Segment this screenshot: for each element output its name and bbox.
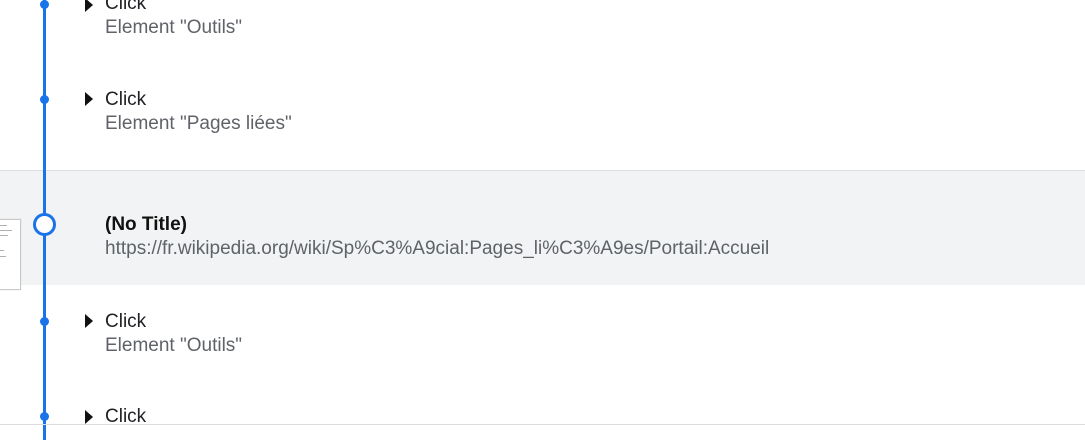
action-label[interactable]: Click — [105, 311, 146, 333]
history-timeline: Click Element "Outils" Click Element "Pa… — [0, 0, 1085, 440]
action-detail: Element "Outils" — [105, 335, 243, 356]
page-thumbnail[interactable] — [0, 219, 21, 290]
caret-right-icon[interactable] — [85, 92, 93, 106]
timeline-dot-icon — [40, 317, 49, 326]
action-detail: Element "Pages liées" — [105, 113, 292, 134]
timeline-dot-icon — [40, 95, 49, 104]
caret-right-icon[interactable] — [85, 314, 93, 328]
caret-right-icon[interactable] — [85, 410, 93, 424]
divider — [0, 424, 1085, 425]
caret-right-icon[interactable] — [85, 0, 93, 12]
page-url[interactable]: https://fr.wikipedia.org/wiki/Sp%C3%A9ci… — [105, 238, 769, 260]
action-label[interactable]: Click — [105, 89, 146, 111]
timeline-ring-icon — [33, 213, 56, 236]
timeline-dot-icon — [40, 0, 49, 9]
action-detail: Element "Outils" — [105, 17, 243, 38]
timeline-dot-icon — [40, 412, 49, 421]
page-title[interactable]: (No Title) — [105, 214, 187, 236]
action-label[interactable]: Click — [105, 0, 146, 15]
